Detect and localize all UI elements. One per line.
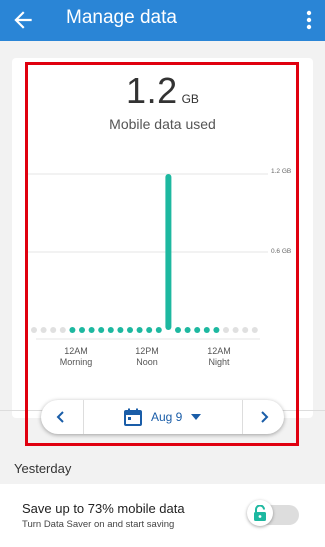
date-selector: Aug 9 (41, 400, 284, 434)
x-label-time: 12AM (64, 346, 88, 356)
chart-bar (31, 327, 37, 333)
section-header: Yesterday (14, 461, 72, 476)
chart-bar (69, 327, 76, 333)
chart-bar (165, 174, 172, 330)
chart-bar (79, 327, 85, 333)
chevron-right-icon[interactable] (256, 409, 272, 425)
selected-date[interactable]: Aug 9 (151, 410, 182, 424)
chart-bar (117, 327, 124, 333)
toggle-knob[interactable] (247, 500, 273, 526)
chart-bar (213, 327, 220, 333)
chart-bar (50, 327, 57, 333)
x-label-morning: 12AM Morning (51, 346, 101, 368)
y-tick-label: 1.2 GB (271, 168, 292, 175)
chart-bar (175, 327, 181, 333)
usage-unit: GB (181, 92, 199, 106)
chart-bar (127, 327, 133, 333)
chart-bar (59, 327, 66, 333)
page-title: Manage data (66, 7, 177, 28)
y-tick-label: 0.6 GB (271, 248, 292, 255)
chart-bar (203, 327, 210, 333)
x-label-noon: 12PM Noon (122, 346, 172, 368)
data-saver-row[interactable]: Save up to 73% mobile data Turn Data Sav… (0, 484, 325, 547)
data-saver-title: Save up to 73% mobile data (22, 501, 185, 516)
chart-bar (88, 327, 95, 333)
usage-chart: 1.2 GB 0.6 GB 12AM Morning 12PM Noon 12A… (28, 160, 298, 370)
x-label-time: 12AM (207, 346, 231, 356)
divider (83, 400, 84, 434)
x-label-night: 12AM Night (194, 346, 244, 368)
chart-bar (184, 327, 191, 333)
chevron-left-icon[interactable] (53, 409, 69, 425)
x-label-period: Noon (136, 357, 158, 367)
divider (242, 400, 243, 434)
chart-bar (223, 327, 229, 333)
chart-bar (146, 327, 153, 333)
calendar-icon[interactable] (123, 407, 143, 427)
chart-bar (136, 327, 143, 333)
chart-bar (98, 327, 105, 333)
chart-bar (155, 327, 162, 333)
usage-caption: Mobile data used (109, 116, 216, 132)
app-bar: Manage data (0, 0, 325, 41)
usage-total: 1.2 GB (0, 70, 325, 112)
x-label-period: Morning (59, 357, 93, 367)
usage-value: 1.2 (126, 70, 178, 111)
chart-bar (107, 327, 114, 333)
caret-down-icon[interactable] (190, 413, 202, 421)
chart-bar (242, 327, 249, 333)
chart-bar (194, 327, 201, 333)
chart-bar (40, 327, 47, 333)
lock-icon (254, 505, 266, 521)
chart-bar (251, 327, 258, 333)
chart-bar (232, 327, 239, 333)
more-vert-icon[interactable] (303, 8, 315, 32)
arrow-back-icon[interactable] (10, 7, 36, 33)
data-saver-subtitle: Turn Data Saver on and start saving (22, 519, 175, 530)
x-label-time: 12PM (135, 346, 159, 356)
chart-plot (28, 173, 268, 340)
x-label-period: Night (208, 357, 230, 367)
